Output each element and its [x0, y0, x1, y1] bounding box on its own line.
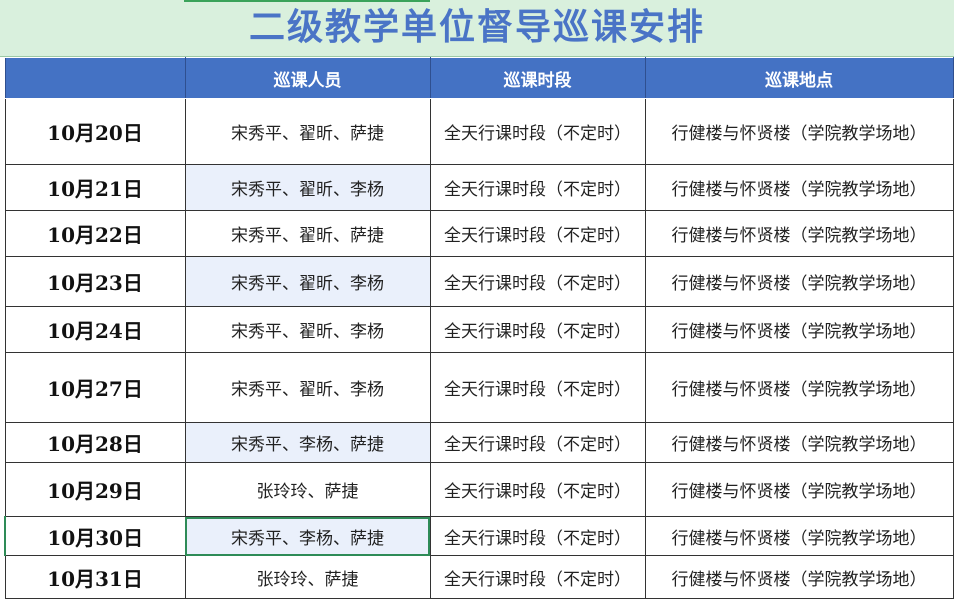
period-cell[interactable]: 全天行课时段（不定时） [429, 516, 646, 556]
date-cell[interactable]: 10月22日 [4, 210, 186, 257]
date-cell[interactable]: 10月28日 [4, 422, 186, 463]
place-cell[interactable]: 行健楼与怀贤楼（学院教学场地） [644, 422, 954, 463]
table-row: 10月30日 宋秀平、李杨、萨捷 全天行课时段（不定时） 行健楼与怀贤楼（学院教… [4, 516, 954, 556]
table-row: 10月27日 宋秀平、翟昕、李杨 全天行课时段（不定时） 行健楼与怀贤楼（学院教… [4, 352, 954, 423]
staff-cell[interactable]: 宋秀平、李杨、萨捷 [184, 422, 431, 463]
table-row: 10月22日 宋秀平、翟昕、萨捷 全天行课时段（不定时） 行健楼与怀贤楼（学院教… [4, 210, 954, 257]
place-cell[interactable]: 行健楼与怀贤楼（学院教学场地） [644, 516, 954, 556]
selected-staff-cell[interactable]: 宋秀平、李杨、萨捷 [184, 516, 431, 556]
period-cell[interactable]: 全天行课时段（不定时） [429, 256, 646, 307]
staff-cell[interactable]: 宋秀平、翟昕、李杨 [184, 352, 431, 423]
staff-cell[interactable]: 张玲玲、萨捷 [184, 462, 431, 517]
spreadsheet-sheet: 二级教学单位督导巡课安排 巡课人员 巡课时段 巡课地点 10月20日 宋秀平、翟… [0, 0, 954, 603]
table-row: 10月24日 宋秀平、翟昕、李杨 全天行课时段（不定时） 行健楼与怀贤楼（学院教… [4, 306, 954, 353]
period-cell[interactable]: 全天行课时段（不定时） [429, 210, 646, 257]
date-cell[interactable]: 10月21日 [4, 164, 186, 211]
table-row: 10月20日 宋秀平、翟昕、萨捷 全天行课时段（不定时） 行健楼与怀贤楼（学院教… [4, 98, 954, 165]
date-cell[interactable]: 10月30日 [4, 516, 186, 556]
table-row: 10月28日 宋秀平、李杨、萨捷 全天行课时段（不定时） 行健楼与怀贤楼（学院教… [4, 422, 954, 463]
date-cell[interactable]: 10月23日 [4, 256, 186, 307]
place-cell[interactable]: 行健楼与怀贤楼（学院教学场地） [644, 306, 954, 353]
table-row: 10月21日 宋秀平、翟昕、李杨 全天行课时段（不定时） 行健楼与怀贤楼（学院教… [4, 164, 954, 211]
date-cell[interactable]: 10月20日 [4, 98, 186, 165]
place-cell[interactable]: 行健楼与怀贤楼（学院教学场地） [644, 462, 954, 517]
header-cell-date[interactable] [4, 57, 186, 99]
period-cell[interactable]: 全天行课时段（不定时） [429, 555, 646, 599]
period-cell[interactable]: 全天行课时段（不定时） [429, 422, 646, 463]
staff-cell[interactable]: 宋秀平、翟昕、萨捷 [184, 210, 431, 257]
header-cell-staff[interactable]: 巡课人员 [184, 57, 431, 99]
table-row: 10月31日 张玲玲、萨捷 全天行课时段（不定时） 行健楼与怀贤楼（学院教学场地… [4, 555, 954, 599]
period-cell[interactable]: 全天行课时段（不定时） [429, 352, 646, 423]
table-row: 10月23日 宋秀平、翟昕、李杨 全天行课时段（不定时） 行健楼与怀贤楼（学院教… [4, 256, 954, 307]
period-cell[interactable]: 全天行课时段（不定时） [429, 164, 646, 211]
staff-cell[interactable]: 宋秀平、翟昕、李杨 [184, 306, 431, 353]
place-cell[interactable]: 行健楼与怀贤楼（学院教学场地） [644, 98, 954, 165]
schedule-table: 巡课人员 巡课时段 巡课地点 10月20日 宋秀平、翟昕、萨捷 全天行课时段（不… [4, 57, 954, 599]
place-cell[interactable]: 行健楼与怀贤楼（学院教学场地） [644, 555, 954, 599]
header-cell-place[interactable]: 巡课地点 [644, 57, 954, 99]
place-cell[interactable]: 行健楼与怀贤楼（学院教学场地） [644, 352, 954, 423]
header-cell-period[interactable]: 巡课时段 [429, 57, 646, 99]
period-cell[interactable]: 全天行课时段（不定时） [429, 462, 646, 517]
staff-cell[interactable]: 张玲玲、萨捷 [184, 555, 431, 599]
staff-cell[interactable]: 宋秀平、翟昕、李杨 [184, 164, 431, 211]
place-cell[interactable]: 行健楼与怀贤楼（学院教学场地） [644, 164, 954, 211]
title-bar[interactable]: 二级教学单位督导巡课安排 [0, 0, 954, 57]
place-cell[interactable]: 行健楼与怀贤楼（学院教学场地） [644, 256, 954, 307]
place-cell[interactable]: 行健楼与怀贤楼（学院教学场地） [644, 210, 954, 257]
date-cell[interactable]: 10月29日 [4, 462, 186, 517]
staff-cell[interactable]: 宋秀平、翟昕、萨捷 [184, 98, 431, 165]
table-body: 10月20日 宋秀平、翟昕、萨捷 全天行课时段（不定时） 行健楼与怀贤楼（学院教… [4, 98, 954, 599]
date-cell[interactable]: 10月24日 [4, 306, 186, 353]
date-cell[interactable]: 10月27日 [4, 352, 186, 423]
date-cell[interactable]: 10月31日 [4, 555, 186, 599]
staff-cell[interactable]: 宋秀平、翟昕、李杨 [184, 256, 431, 307]
header-row: 巡课人员 巡课时段 巡课地点 [4, 57, 954, 99]
page-title: 二级教学单位督导巡课安排 [248, 7, 705, 48]
table-row: 10月29日 张玲玲、萨捷 全天行课时段（不定时） 行健楼与怀贤楼（学院教学场地… [4, 462, 954, 517]
period-cell[interactable]: 全天行课时段（不定时） [429, 306, 646, 353]
period-cell[interactable]: 全天行课时段（不定时） [429, 98, 646, 165]
